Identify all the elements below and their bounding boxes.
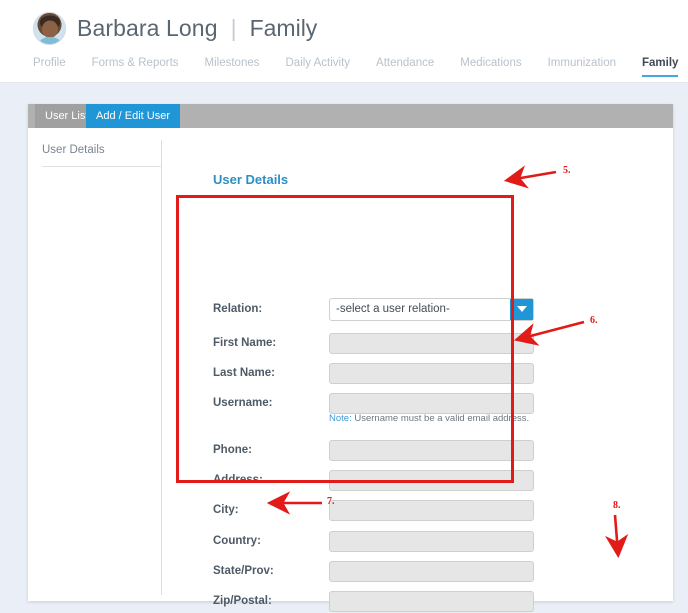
form-row-state-prov: State/Prov: [213,556,633,586]
annotation-label-7: 7. [327,496,335,507]
panel-sidebar: User Details [28,128,161,601]
form-row-country: Country: [213,526,633,556]
form-row-zip-postal: Zip/Postal: [213,586,633,613]
panel-content: User Details Relation: -select a user re… [161,128,673,601]
annotation-label-8: 8. [613,500,621,511]
nav-tab-forms-reports[interactable]: Forms & Reports [79,57,192,77]
page-header: Barbara Long | Family Profile Forms & Re… [0,0,688,83]
form-row-city: City: [213,495,633,525]
form-row-address: Address: [213,465,633,495]
form-row-relation: Relation: -select a user relation- [213,294,633,324]
label-country: Country: [213,535,329,547]
country-input[interactable] [329,531,534,552]
username-input[interactable] [329,393,534,414]
label-state-prov: State/Prov: [213,565,329,577]
relation-selected-value: -select a user relation- [330,303,450,315]
nav-tab-family[interactable]: Family [629,57,688,77]
page-title: Barbara Long | Family [33,12,317,45]
tab-add-edit-user[interactable]: Add / Edit User [86,104,180,128]
annotation-label-6: 6. [590,315,598,326]
username-note-text: Username must be a valid email address. [354,413,529,424]
nav-tab-daily-activity[interactable]: Daily Activity [273,57,364,77]
label-relation: Relation: [213,303,329,315]
phone-input[interactable] [329,440,534,461]
nav-tab-attendance[interactable]: Attendance [363,57,447,77]
panel-body: User Details User Details Relation: -sel… [28,128,673,601]
chevron-down-icon[interactable] [510,299,533,320]
city-input[interactable] [329,500,534,521]
nav-tab-medications[interactable]: Medications [447,57,534,77]
app-root: Barbara Long | Family Profile Forms & Re… [0,0,688,613]
username-note-keyword: Note: [329,413,352,424]
annotation-label-5: 5. [563,165,571,176]
form-row-last-name: Last Name: [213,358,633,388]
avatar [33,12,66,45]
main-nav-tabs: Profile Forms & Reports Milestones Daily… [33,57,688,77]
relation-dropdown[interactable]: -select a user relation- [329,298,534,321]
section-title: Family [250,15,318,42]
label-last-name: Last Name: [213,367,329,379]
person-name: Barbara Long [77,15,218,42]
content-heading-user-details: User Details [213,172,288,187]
nav-tab-profile[interactable]: Profile [33,57,79,77]
label-city: City: [213,504,329,516]
nav-tab-immunization[interactable]: Immunization [535,57,629,77]
label-username: Username: [213,397,329,409]
nav-tab-milestones[interactable]: Milestones [192,57,273,77]
label-zip-postal: Zip/Postal: [213,595,329,607]
label-address: Address: [213,474,329,486]
first-name-input[interactable] [329,333,534,354]
user-panel: User List Add / Edit User User Details U… [28,104,673,601]
address-input[interactable] [329,470,534,491]
sidebar-item-user-details[interactable]: User Details [42,144,105,156]
zip-postal-input[interactable] [329,591,534,612]
avatar-face [42,21,58,38]
sidebar-divider-line [42,166,161,167]
panel-tab-strip: User List Add / Edit User [28,104,673,128]
state-prov-input[interactable] [329,561,534,582]
form-row-first-name: First Name: [213,328,633,358]
username-note: Note: Username must be a valid email add… [329,413,529,424]
label-phone: Phone: [213,444,329,456]
title-separator: | [229,15,239,42]
label-first-name: First Name: [213,337,329,349]
last-name-input[interactable] [329,363,534,384]
form-row-phone: Phone: [213,435,633,465]
avatar-bib [40,37,60,45]
